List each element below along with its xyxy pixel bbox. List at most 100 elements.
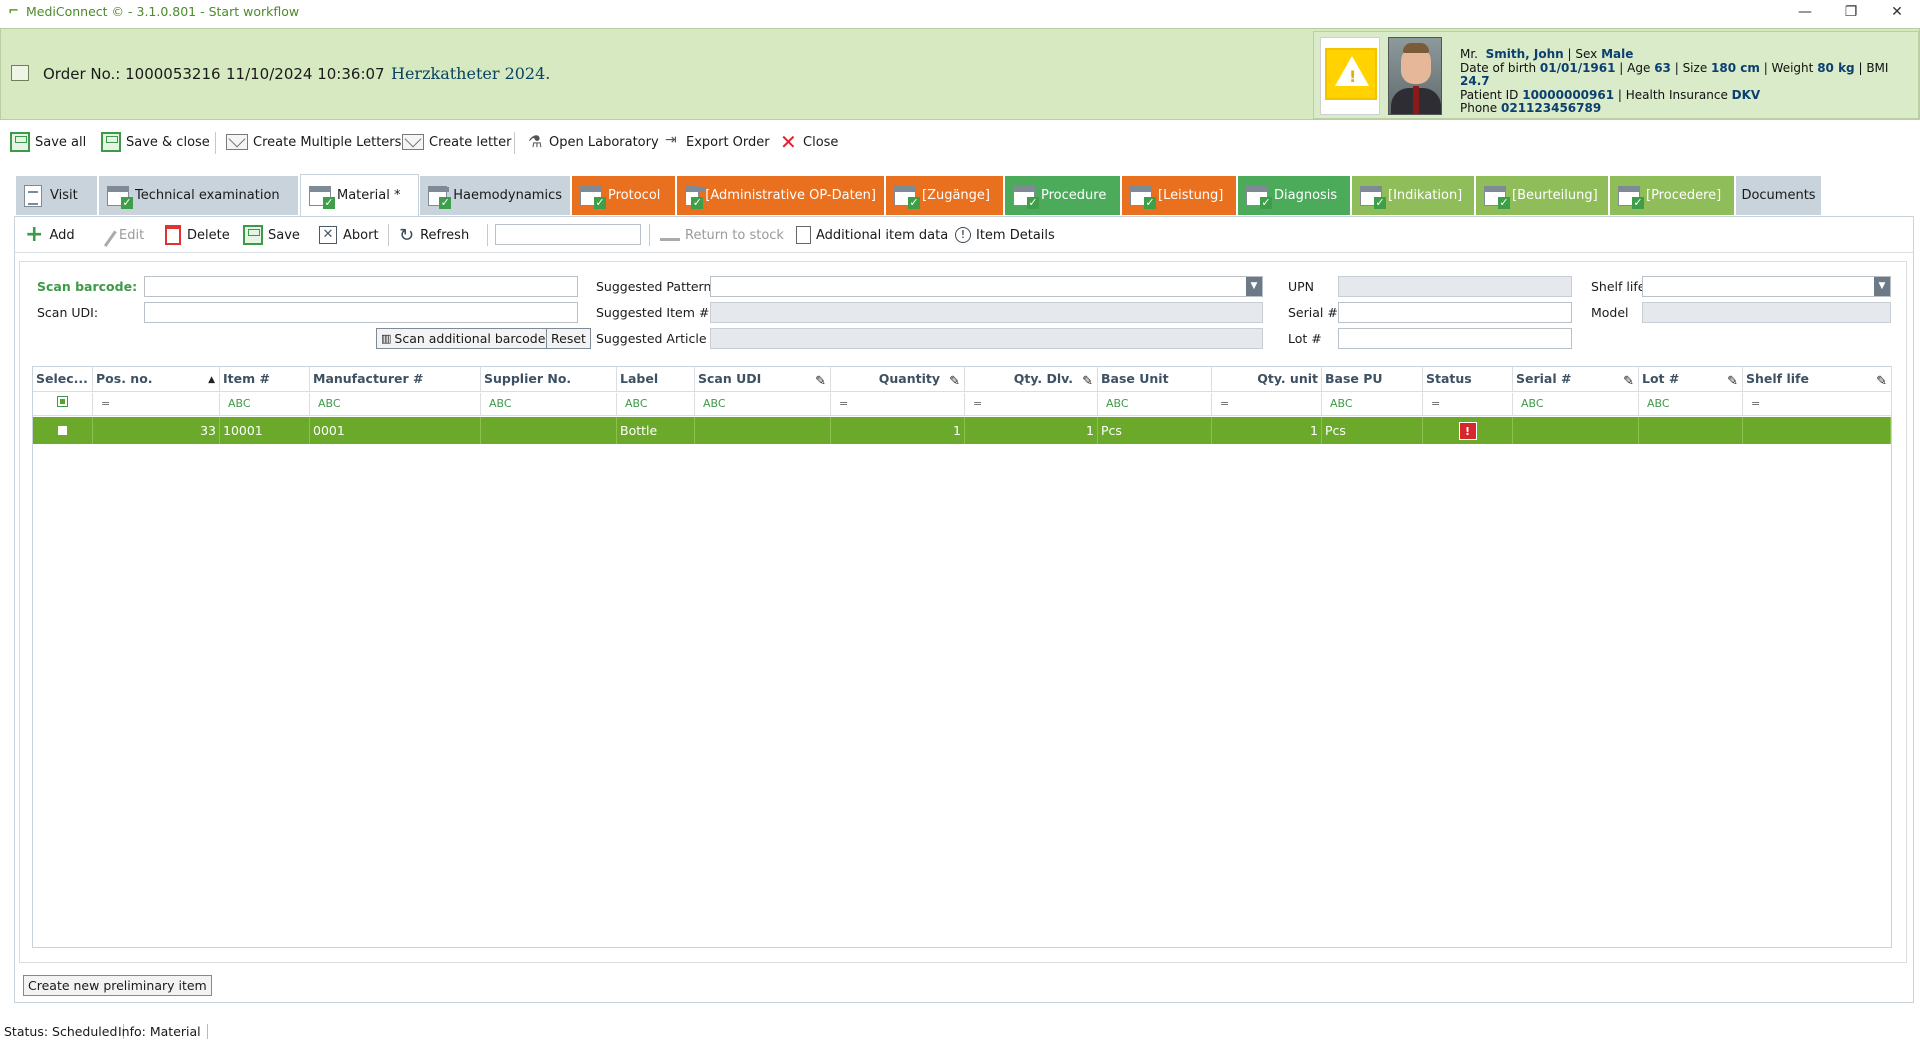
scan-additional-barcode-button[interactable]: ▥ Scan additional barcode [376,328,551,349]
column-header-shelf-life[interactable]: Shelf life ✎ [1743,367,1892,392]
filter-base-pu[interactable]: ABC [1322,393,1423,416]
cell-pos-no[interactable]: 33 [93,417,220,444]
cell-base-unit[interactable]: Pcs [1098,417,1212,444]
column-header-base-pu[interactable]: Base PU [1322,367,1423,392]
reset-button[interactable]: Reset [546,328,591,349]
column-header-pos-no[interactable]: Pos. no. ▲ [93,367,220,392]
serial-input[interactable] [1338,302,1572,323]
column-header-lot[interactable]: Lot # ✎ [1639,367,1743,392]
filter-serial[interactable]: ABC [1513,393,1639,416]
tab-material[interactable]: Material * [300,174,419,216]
restore-button[interactable]: ❐ [1828,2,1874,22]
item-details-button[interactable]: ! Item Details [955,224,1055,246]
cell-label[interactable]: Bottle [617,417,695,444]
cell-quantity[interactable]: 1 [831,417,965,444]
filter-supplier[interactable]: ABC [481,393,617,416]
row-select-cell[interactable] [33,417,93,444]
tab-procedure[interactable]: Procedure [1005,176,1121,215]
refresh-button[interactable]: ↻ Refresh [399,224,469,246]
cell-serial[interactable] [1513,417,1639,444]
cell-manufacturer[interactable]: 0001 [310,417,481,444]
edit-pencil-icon: ✎ [1727,374,1738,389]
filter-qty-dlv[interactable]: = [965,393,1098,416]
tab-beurteilung[interactable]: [Beurteilung] [1476,176,1609,215]
cell-shelf-life[interactable] [1743,417,1891,444]
column-header-status[interactable]: Status [1423,367,1513,392]
column-header-item[interactable]: Item # [220,367,310,392]
close-window-button[interactable]: ✕ [1874,2,1920,22]
tab-technical-examination[interactable]: Technical examination [99,176,299,215]
filter-lot[interactable]: ABC [1639,393,1743,416]
cell-status[interactable]: ! [1423,417,1513,444]
tab-indikation[interactable]: [Indikation] [1352,176,1475,215]
filter-select[interactable] [33,393,93,416]
filter-pos-no[interactable]: = [93,393,220,416]
lot-input[interactable] [1338,328,1572,349]
cell-lot[interactable] [1639,417,1743,444]
tab-administrative-op-daten[interactable]: [Administrative OP-Daten] [677,176,885,215]
column-header-quantity[interactable]: Quantity ✎ [831,367,965,392]
tab-protocol[interactable]: Protocol [572,176,676,215]
filter-label[interactable]: ABC [617,393,695,416]
filter-status[interactable]: = [1423,393,1513,416]
workflow-tabs: Visit Technical examination Material * H… [16,174,1916,216]
close-order-button[interactable]: ✕ Close [780,130,838,154]
column-header-select[interactable]: Selec... [33,367,93,392]
column-header-scan-udi[interactable]: Scan UDI ✎ [695,367,831,392]
open-laboratory-button[interactable]: ⚗ Open Laboratory [528,130,659,154]
model-label: Model [1591,305,1629,320]
edit-button[interactable]: Edit [93,223,144,247]
additional-item-data-button[interactable]: Additional item data [796,224,948,246]
shelf-life-dropdown[interactable]: ▼ [1642,276,1891,297]
minimize-button[interactable]: — [1782,2,1828,22]
column-header-label[interactable]: Label [617,367,695,392]
cell-scan-udi[interactable] [695,417,831,444]
filter-quantity[interactable]: = [831,393,965,416]
tab-zugaenge[interactable]: [Zugänge] [886,176,1004,215]
save-item-button[interactable]: Save [243,224,300,246]
create-preliminary-item-button[interactable]: Create new preliminary item [23,975,212,996]
column-header-qty-dlv[interactable]: Qty. Dlv. ✎ [965,367,1098,392]
filter-base-unit[interactable]: ABC [1098,393,1212,416]
scan-barcode-input[interactable] [144,276,578,297]
warning-box[interactable]: ! [1320,37,1380,115]
select-all-checkbox[interactable] [57,396,68,407]
filter-scan-udi[interactable]: ABC [695,393,831,416]
flask-icon: ⚗ [528,132,543,151]
cell-qty-dlv[interactable]: 1 [965,417,1098,444]
tab-procedere[interactable]: [Procedere] [1610,176,1735,215]
suggested-pattern-dropdown[interactable]: ▼ [710,276,1263,297]
tab-documents[interactable]: Documents [1736,176,1822,215]
column-header-base-unit[interactable]: Base Unit [1098,367,1212,392]
column-header-qty-unit[interactable]: Qty. unit [1212,367,1322,392]
filter-item[interactable]: ABC [220,393,310,416]
column-header-supplier[interactable]: Supplier No. [481,367,617,392]
scan-udi-input[interactable] [144,302,578,323]
add-button[interactable]: + Add [25,224,75,246]
create-letter-button[interactable]: Create letter [402,130,511,154]
cell-item[interactable]: 10001 [220,417,310,444]
column-header-serial[interactable]: Serial # ✎ [1513,367,1639,392]
filter-shelf-life[interactable]: = [1743,393,1892,416]
row-checkbox[interactable] [57,425,68,436]
cell-base-pu[interactable]: Pcs [1322,417,1423,444]
table-row[interactable]: 33 10001 0001 Bottle 1 1 Pcs 1 Pcs ! [33,417,1891,444]
tab-visit[interactable]: Visit [16,176,98,215]
tab-haemodynamics[interactable]: Haemodynamics [420,176,571,215]
filter-manufacturer[interactable]: ABC [310,393,481,416]
suggested-item-label: Suggested Item # [596,305,710,320]
abort-button[interactable]: ✕ Abort [319,224,379,246]
filter-qty-unit[interactable]: = [1212,393,1322,416]
return-to-stock-button[interactable]: Return to stock [660,224,784,246]
tab-leistung[interactable]: [Leistung] [1122,176,1237,215]
create-multiple-letters-button[interactable]: Create Multiple Letters [226,130,401,154]
cell-supplier[interactable] [481,417,617,444]
save-all-button[interactable]: Save all [10,130,86,154]
delete-button[interactable]: Delete [165,224,230,246]
export-order-button[interactable]: ⇥ Export Order [665,130,770,154]
toolbar-search-input[interactable] [495,224,641,245]
column-header-manufacturer[interactable]: Manufacturer # [310,367,481,392]
save-close-button[interactable]: Save & close [101,130,210,154]
tab-diagnosis[interactable]: Diagnosis [1238,176,1351,215]
cell-qty-unit[interactable]: 1 [1212,417,1322,444]
